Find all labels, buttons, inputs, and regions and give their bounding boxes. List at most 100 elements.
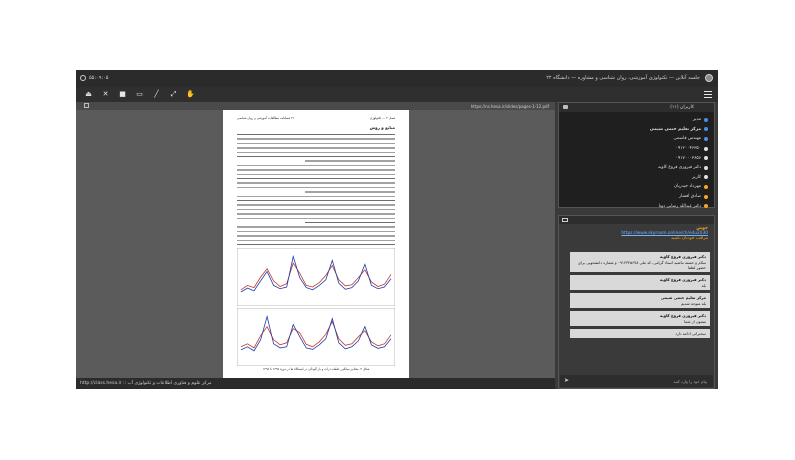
pen-icon[interactable]: ╱ [152,90,161,99]
chat-message-author: دکتر فیروزی فروغ کاویه [660,313,706,318]
user-list-item[interactable]: ۰۹۱۷۰۰۰۳۶۵۶ [588,153,708,163]
user-list-item[interactable]: مهندس قاسمی [588,134,708,144]
figure-caption: شکل ۴. مقادیر میانگین غلظت ذرات و بار آل… [262,367,370,371]
chat-message-text: سلام و خسته نباشید استاد گرامی، کد ملی ۰… [577,260,706,270]
document-bar: https://ns.hesa.ir/slides/pages-1-12.pdf [76,102,555,110]
user-icon [704,204,708,209]
chat-header [559,216,714,224]
user-list-item[interactable]: دکتر فیروزی فروغ کاویه [588,163,708,173]
text-line [237,226,395,228]
text-line [237,178,395,180]
text-line [305,191,395,193]
user-list-item[interactable]: ۰۹۱۲۰۰۴۶۳۵۰ [588,144,708,154]
user-icon [704,165,708,170]
user-list-item[interactable]: کاربر [588,173,708,183]
line-chart-2 [237,308,395,366]
user-icon [704,117,708,122]
user-name: ۰۹۱۲۰۰۴۶۳۵۰ [675,146,701,152]
chat-panel: خوش https://www.skyroom.online/ch/edu203… [558,215,715,389]
user-name: مهندس قاسمی [673,136,701,142]
user-list-item[interactable]: صادق افشار [588,192,708,202]
menu-icon[interactable] [704,91,712,98]
user-name: کاربر [692,174,701,180]
chat-input[interactable]: ➤ پیام خود را وارد کنید [560,375,713,387]
text-line [305,222,395,224]
session-clock: ۵۵:۰۹:۰۵ [80,75,108,81]
status-text: http://class.hesa.ir :: مرکز علوم و فناو… [80,381,212,386]
text-line [305,160,395,162]
hand-icon[interactable]: ✋ [186,90,195,99]
user-name: مهرداد حیدریان [674,184,701,190]
chat-message: دکتر فیروزی فروغ کاویه بله [570,275,710,290]
text-line [237,169,395,171]
clock-icon [80,75,86,81]
text-line [237,164,395,167]
series-line [240,254,392,293]
text-line [237,208,395,211]
section-title: منابع و روش [369,125,395,130]
chat-welcome: خوش https://www.skyroom.online/ch/edu203… [621,226,708,241]
chat-message-text: ممنون از شما [684,319,706,324]
chat-message-author: دکتر فیروزی فروغ کاویه [660,254,706,259]
chat-message: مرکز تعلیم ختمی شیمی بله متوجه شدیم [570,293,710,308]
user-name: مرکز تعلیم ختمی شیمی [649,126,701,132]
text-line [237,138,395,140]
status-bar: http://class.hesa.ir :: مرکز علوم و فناو… [76,378,555,389]
user-list-item[interactable]: مرکز تعلیم ختمی شیمی [588,125,708,135]
expand-icon[interactable]: ⤢ [169,90,178,99]
text-line [237,182,395,184]
app-logo-icon [705,74,713,82]
series-line [240,314,392,352]
sidebar: کاربران (۱۱) مدیر مرکز تعلیم ختمی شیمی مهن… [555,102,718,389]
share-icon[interactable]: ⏏ [84,90,93,99]
camera-icon[interactable]: ■ [118,90,127,99]
user-icon [704,127,708,132]
user-name: ۰۹۱۷۰۰۰۳۶۵۶ [675,155,701,161]
page-header-left: ۳۱ فصلنامه مطالعات آموزشی و روان شناسی [237,116,295,120]
text-line [237,217,395,219]
user-list-item[interactable]: مهرداد حیدریان [588,182,708,192]
text-line [237,235,395,237]
chat-message-text: بله [701,283,706,288]
text-line [237,142,395,145]
chat-message-text: بله متوجه شدیم [680,301,706,306]
user-list-item[interactable]: دکتر عبدالله رضایی دوتا [588,201,708,211]
line-chart-1 [237,248,395,306]
user-list-item[interactable]: مدیر [588,115,708,125]
users-icon [563,105,568,109]
text-line [237,134,395,136]
pages-icon[interactable] [84,103,89,108]
mic-off-icon[interactable]: ✕ [101,90,110,99]
chat-message: دکتر فیروزی فروغ کاویه سلام و خسته نباشید… [570,252,710,272]
chat-message-text: سخنرانی ادامه دارد [675,331,706,336]
chat-message: دکتر فیروزی فروغ کاویه ممنون از شما [570,311,710,326]
send-icon[interactable]: ➤ [564,378,570,384]
document-page: فصل ۳ — تکنولوژی ۳۱ فصلنامه مطالعات آموز… [223,110,409,378]
user-icon [704,136,708,141]
window-title: جلسه آنلاین — تکنولوژی آموزشی، روان شناس… [546,75,700,81]
text-line [237,147,395,149]
page-header-right: فصل ۳ — تکنولوژی [369,116,395,120]
chat-messages: دکتر فیروزی فروغ کاویه سلام و خسته نباشید… [570,252,710,341]
text-line [237,156,395,158]
user-icon [704,146,708,151]
chat-message-author: مرکز تعلیم ختمی شیمی [660,295,706,300]
text-line [237,213,395,215]
title-bar: ۵۵:۰۹:۰۵ جلسه آنلاین — تکنولوژی آموزشی، … [76,70,718,87]
text-line [237,230,395,233]
users-panel: کاربران (۱۱) مدیر مرکز تعلیم ختمی شیمی مهن… [558,102,715,211]
user-name: صادق افشار [678,194,701,200]
text-line [237,151,395,153]
screen-icon[interactable]: ▭ [135,90,144,99]
welcome-note: مراقب خودتان باشید [671,236,708,241]
user-name: دکتر عبدالله رضایی دوتا [658,203,701,209]
user-name: دکتر فیروزی فروغ کاویه [658,165,701,171]
text-line [237,239,395,241]
text-line [237,204,395,206]
user-icon [704,156,708,161]
user-icon [704,184,708,189]
clock-text: ۵۵:۰۹:۰۵ [89,75,109,81]
user-icon [704,194,708,199]
text-line [237,195,395,197]
chat-icon [562,218,568,222]
